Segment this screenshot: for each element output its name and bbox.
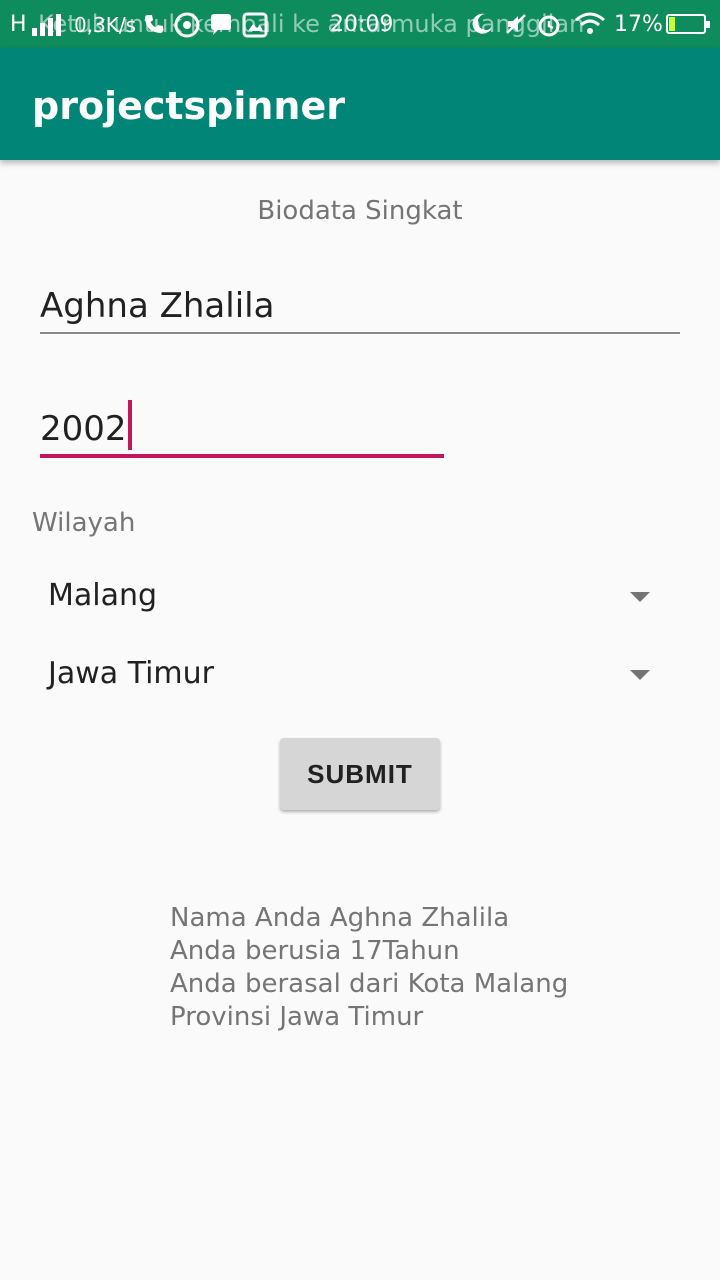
text-cursor	[127, 400, 132, 450]
alarm-icon	[538, 15, 560, 37]
chat-bubble-icon	[211, 14, 231, 35]
name-field[interactable]: Aghna Zhalila	[40, 276, 680, 334]
wifi-icon	[575, 12, 605, 34]
battery-icon	[666, 14, 710, 34]
whatsapp-icon	[174, 12, 200, 38]
province-spinner[interactable]: Jawa Timur	[48, 646, 658, 702]
phone-icon	[145, 15, 163, 33]
status-time: 20:09	[330, 12, 394, 37]
result-text: Nama Anda Aghna Zhalila Anda berusia 17T…	[170, 902, 690, 1034]
form-heading: Biodata Singkat	[257, 196, 463, 226]
submit-button-label: SUBMIT	[307, 758, 413, 789]
birth-year-field[interactable]: 2002	[40, 398, 444, 458]
app-bar: projectspinner	[0, 48, 720, 160]
city-spinner-value: Malang	[48, 578, 158, 613]
region-label: Wilayah	[32, 508, 136, 538]
status-bar: H 0,3K/s Ketuk untuk kembali ke antarmuk…	[0, 0, 720, 48]
province-spinner-value: Jawa Timur	[48, 656, 214, 691]
dropdown-arrow-icon	[630, 592, 650, 602]
result-line-name: Nama Anda Aghna Zhalila	[170, 903, 510, 933]
birth-year-value: 2002	[40, 409, 127, 449]
battery-percent: 17%	[614, 12, 663, 37]
name-field-underline	[40, 332, 680, 334]
moon-icon	[472, 13, 492, 34]
call-notification-text[interactable]: Ketuk untuk kembali ke antarmuka panggil…	[38, 10, 584, 38]
dropdown-arrow-icon	[630, 670, 650, 680]
network-type: H	[10, 12, 27, 37]
result-line-province: Provinsi Jawa Timur	[170, 1002, 424, 1032]
name-field-value: Aghna Zhalila	[40, 286, 275, 326]
birth-year-field-underline	[40, 454, 444, 458]
result-line-city: Anda berasal dari Kota Malang	[170, 969, 569, 999]
battery-level-fill	[669, 17, 675, 31]
birth-year-field-content: 2002	[40, 400, 132, 450]
result-line-age: Anda berusia 17Tahun	[170, 936, 460, 966]
mute-icon	[506, 14, 526, 34]
gallery-icon	[242, 12, 268, 38]
submit-button[interactable]: SUBMIT	[280, 738, 440, 810]
app-title: projectspinner	[32, 84, 345, 128]
city-spinner[interactable]: Malang	[48, 568, 658, 624]
